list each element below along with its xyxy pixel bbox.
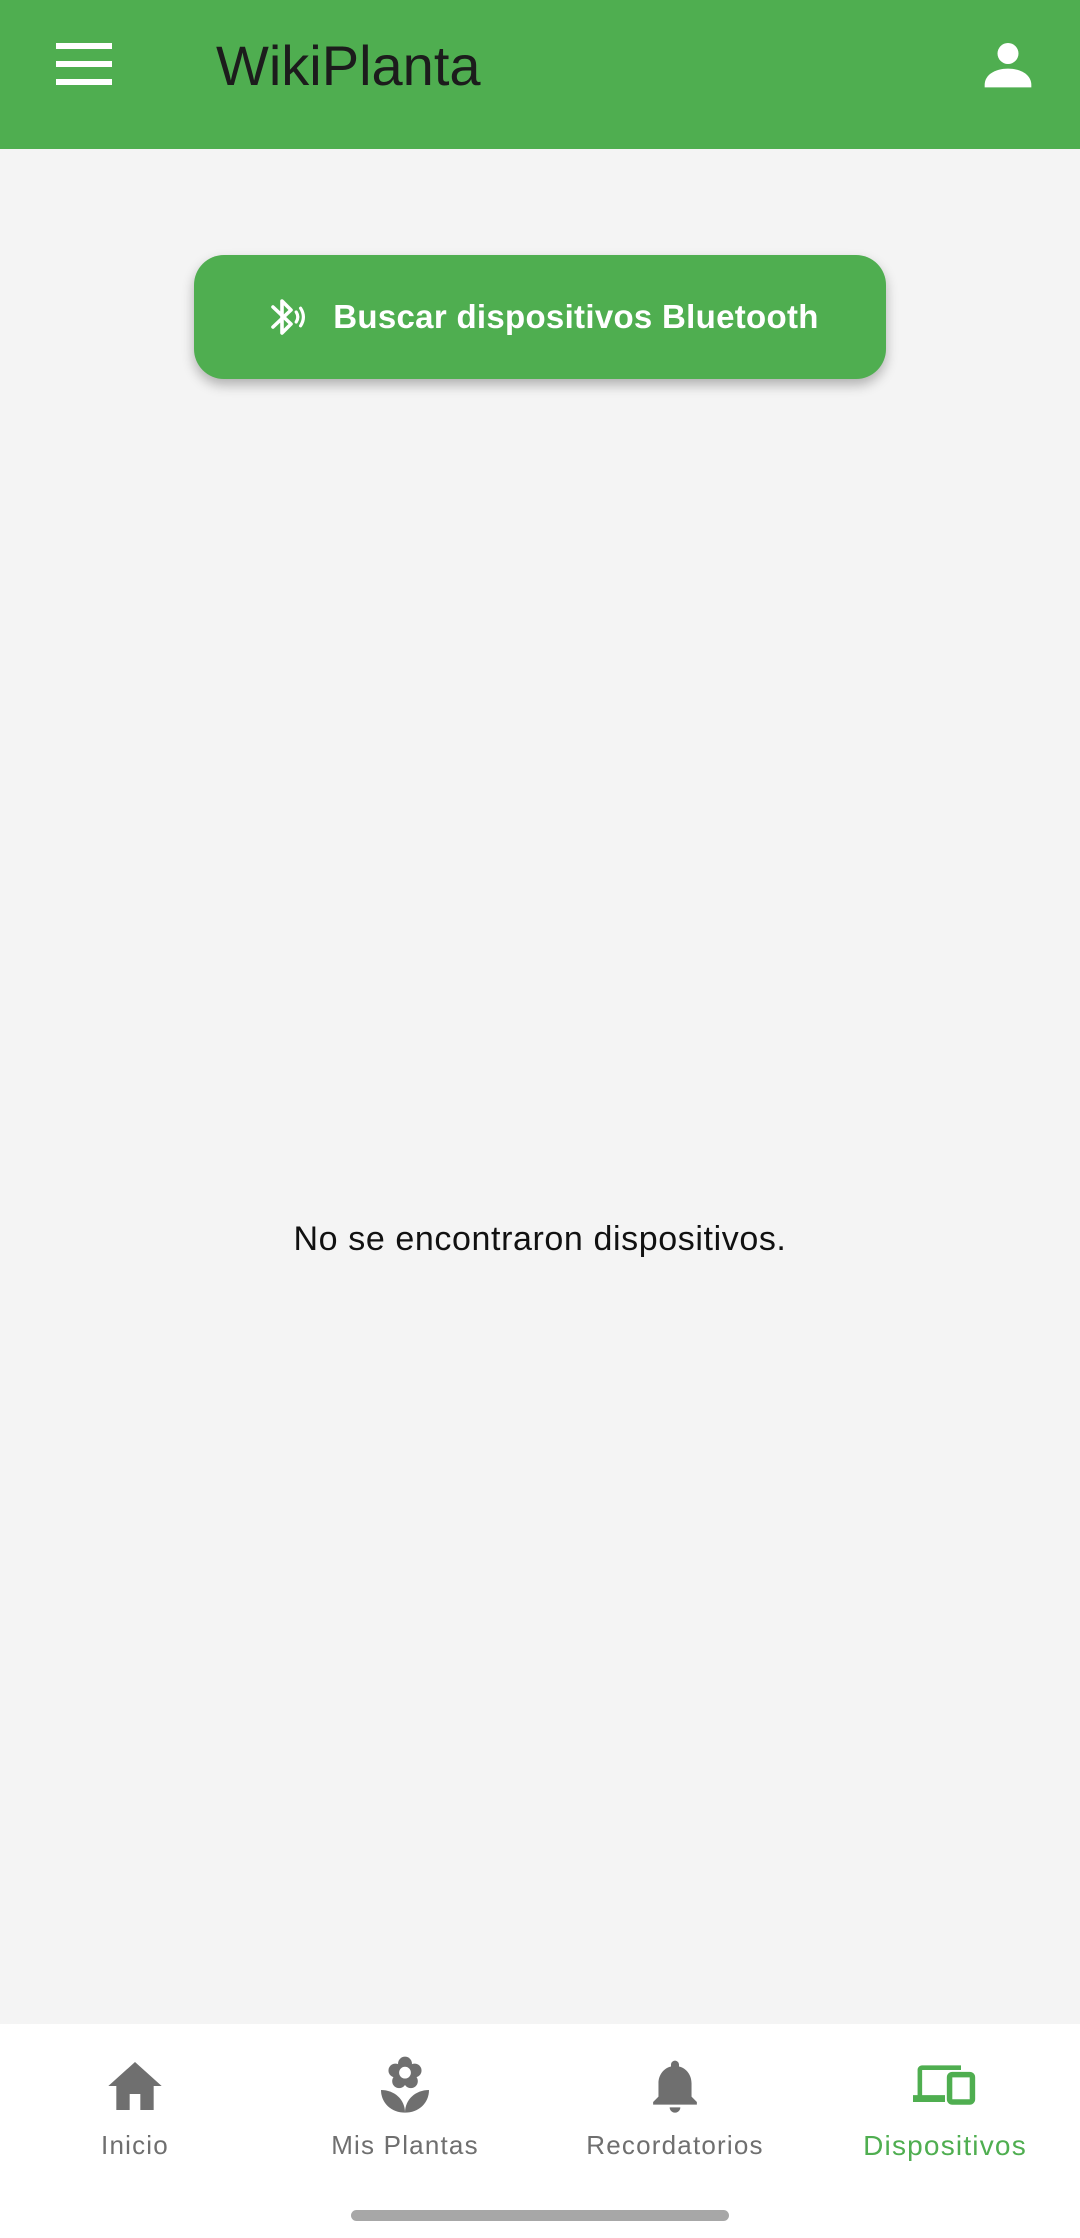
bluetooth-searching-icon: [261, 293, 309, 341]
nav-label: Inicio: [101, 2130, 169, 2160]
menu-icon: [56, 42, 112, 90]
empty-devices-message: No se encontraron dispositivos.: [293, 1220, 787, 1258]
nav-item-mis-plantas[interactable]: Mis Plantas: [270, 2024, 540, 2174]
scan-bluetooth-button[interactable]: Buscar dispositivos Bluetooth: [194, 255, 886, 379]
nav-item-inicio[interactable]: Inicio: [0, 2024, 270, 2174]
nav-item-dispositivos[interactable]: Dispositivos: [810, 2024, 1080, 2174]
menu-button[interactable]: [36, 30, 132, 102]
profile-button[interactable]: [960, 30, 1056, 102]
flower-icon: [373, 2054, 437, 2118]
person-icon: [980, 36, 1036, 97]
app-title: WikiPlanta: [216, 34, 481, 97]
devices-icon: [913, 2054, 977, 2118]
nav-label: Recordatorios: [586, 2130, 764, 2160]
app-bar: WikiPlanta: [0, 0, 1080, 149]
home-indicator[interactable]: [351, 2210, 729, 2221]
bottom-navigation: Inicio Mis Plantas Recordatorios Disposi…: [0, 2024, 1080, 2238]
home-icon: [103, 2054, 167, 2118]
scan-button-label: Buscar dispositivos Bluetooth: [333, 298, 819, 335]
nav-label: Dispositivos: [863, 2130, 1027, 2161]
nav-item-recordatorios[interactable]: Recordatorios: [540, 2024, 810, 2174]
bell-icon: [643, 2054, 707, 2118]
nav-label: Mis Plantas: [331, 2130, 479, 2160]
